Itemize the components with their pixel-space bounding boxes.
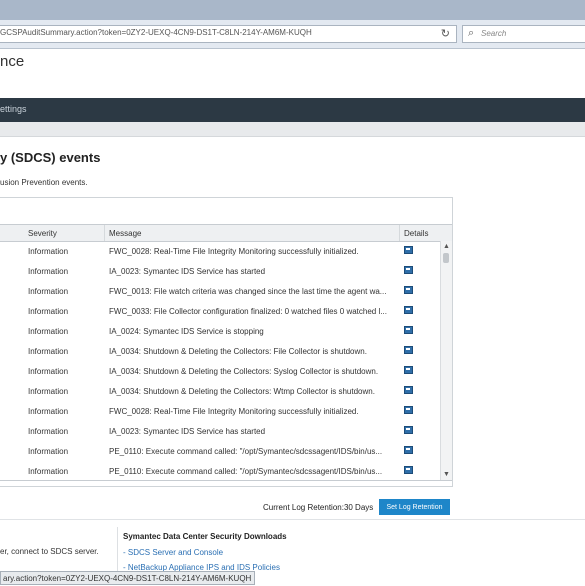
table-row[interactable]: Information IA_0034: Shutdown & Deleting… (0, 361, 440, 381)
page-title: y (SDCS) events (0, 150, 101, 165)
message-cell: PE_0110: Execute command called: "/opt/S… (109, 467, 383, 476)
search-placeholder: Search (481, 29, 507, 38)
details-icon[interactable] (404, 446, 413, 454)
table-scrollbar[interactable]: ▲ ▼ (440, 241, 452, 480)
table-row[interactable]: Information FWC_0028: Real-Time File Int… (0, 401, 440, 421)
browser-search-input[interactable]: ⌕ Search (462, 25, 585, 43)
details-icon[interactable] (404, 426, 413, 434)
severity-cell: Information (28, 447, 69, 456)
details-icon[interactable] (404, 286, 413, 294)
severity-cell: Information (28, 407, 69, 416)
column-header-severity[interactable]: Severity (28, 229, 57, 238)
severity-cell: Information (28, 387, 69, 396)
log-retention-label: Current Log Retention:30 Days (263, 503, 374, 512)
column-divider (399, 225, 400, 241)
message-cell: FWC_0013: File watch criteria was change… (109, 287, 387, 296)
set-log-retention-button[interactable]: Set Log Retention (379, 499, 450, 515)
table-row[interactable]: Information IA_0023: Symantec IDS Servic… (0, 261, 440, 281)
details-icon[interactable] (404, 366, 413, 374)
browser-titlebar (0, 0, 585, 20)
message-cell: IA_0023: Symantec IDS Service has starte… (109, 267, 266, 276)
main-navbar: ettings (0, 98, 585, 122)
severity-cell: Information (28, 467, 69, 476)
status-url: ary.action?token=0ZY2-UEXQ-4CN9-DS1T-C8L… (3, 574, 252, 583)
message-cell: IA_0034: Shutdown & Deleting the Collect… (109, 347, 367, 356)
message-cell: PE_0110: Execute command called: "/opt/S… (109, 447, 383, 456)
sub-navbar (0, 122, 585, 137)
table-header: Severity Message Details (0, 225, 452, 242)
footer-connect-text: er, connect to SDCS server. (0, 547, 99, 556)
nav-item-settings[interactable]: ettings (0, 104, 27, 114)
details-icon[interactable] (404, 466, 413, 474)
table-row[interactable]: Information IA_0034: Shutdown & Deleting… (0, 341, 440, 361)
scroll-up-icon[interactable]: ▲ (443, 243, 450, 250)
page-description: usion Prevention events. (0, 178, 88, 187)
details-icon[interactable] (404, 406, 413, 414)
severity-cell: Information (28, 327, 69, 336)
severity-cell: Information (28, 267, 69, 276)
app-title: nce (0, 53, 25, 70)
scrollbar-thumb[interactable] (443, 253, 449, 263)
table-row[interactable]: Information IA_0024: Symantec IDS Servic… (0, 321, 440, 341)
table-row[interactable]: Information PE_0110: Execute command cal… (0, 441, 440, 461)
severity-cell: Information (28, 427, 69, 436)
address-url: GCSPAuditSummary.action?token=0ZY2-UEXQ-… (0, 28, 312, 37)
column-header-details[interactable]: Details (404, 229, 428, 238)
message-cell: IA_0034: Shutdown & Deleting the Collect… (109, 387, 375, 396)
column-header-message[interactable]: Message (109, 229, 141, 238)
severity-cell: Information (28, 367, 69, 376)
message-cell: IA_0034: Shutdown & Deleting the Collect… (109, 367, 379, 376)
table-row[interactable]: Information FWC_0033: File Collector con… (0, 301, 440, 321)
details-icon[interactable] (404, 246, 413, 254)
downloads-heading: Symantec Data Center Security Downloads (123, 532, 287, 541)
details-icon[interactable] (404, 346, 413, 354)
message-cell: FWC_0028: Real-Time File Integrity Monit… (109, 407, 359, 416)
table-row[interactable]: Information IA_0023: Symantec IDS Servic… (0, 421, 440, 441)
severity-cell: Information (28, 247, 69, 256)
details-icon[interactable] (404, 306, 413, 314)
details-icon[interactable] (404, 386, 413, 394)
message-cell: FWC_0028: Real-Time File Integrity Monit… (109, 247, 359, 256)
footer-divider (117, 527, 118, 577)
message-cell: IA_0024: Symantec IDS Service is stoppin… (109, 327, 264, 336)
message-cell: FWC_0033: File Collector configuration f… (109, 307, 387, 316)
events-table: Severity Message Details Information FWC… (0, 224, 452, 481)
details-icon[interactable] (404, 266, 413, 274)
download-link-sdcs-server[interactable]: - SDCS Server and Console (123, 548, 223, 557)
table-row[interactable]: Information FWC_0013: File watch criteri… (0, 281, 440, 301)
scroll-down-icon[interactable]: ▼ (443, 471, 450, 478)
details-icon[interactable] (404, 326, 413, 334)
search-icon: ⌕ (468, 27, 475, 39)
reload-icon[interactable]: ↻ (441, 27, 450, 40)
address-bar[interactable]: GCSPAuditSummary.action?token=0ZY2-UEXQ-… (0, 25, 457, 43)
severity-cell: Information (28, 307, 69, 316)
severity-cell: Information (28, 347, 69, 356)
severity-cell: Information (28, 287, 69, 296)
table-row[interactable]: Information PE_0110: Execute command cal… (0, 461, 440, 480)
table-row[interactable]: Information FWC_0028: Real-Time File Int… (0, 241, 440, 261)
message-cell: IA_0023: Symantec IDS Service has starte… (109, 427, 266, 436)
column-divider (104, 225, 105, 241)
browser-status-bar: ary.action?token=0ZY2-UEXQ-4CN9-DS1T-C8L… (0, 571, 255, 585)
table-row[interactable]: Information IA_0034: Shutdown & Deleting… (0, 381, 440, 401)
